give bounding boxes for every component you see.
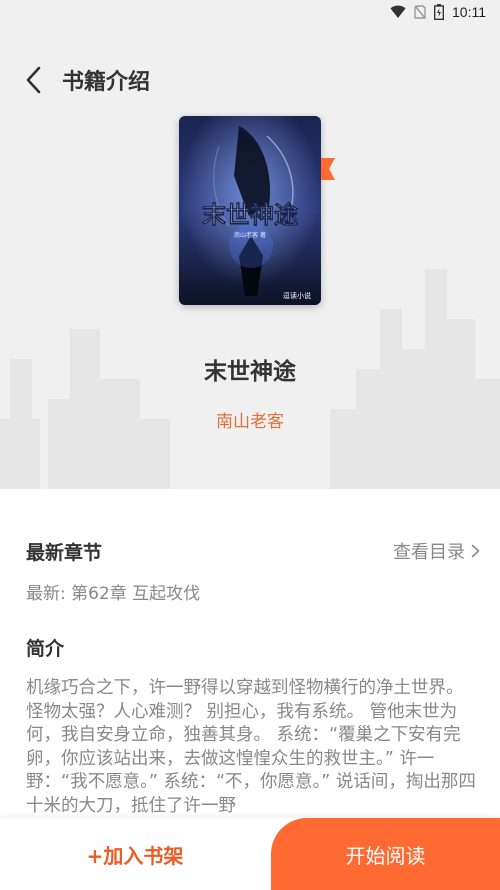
book-author[interactable]: 南山老客 (0, 407, 500, 432)
chevron-right-icon (471, 544, 480, 558)
intro-text: 机缘巧合之下，许一野得以穿越到怪物横行的净土世界。 怪物太强？人心难测？ 别担心… (26, 678, 476, 816)
book-cover[interactable]: 末世神途 南山老客 著 逗读小说 (179, 116, 321, 305)
latest-chapter-heading: 最新章节 (26, 542, 103, 564)
latest-chapter-text[interactable]: 最新: 第62章 互起攻伐 (26, 579, 200, 604)
no-sim-icon (414, 5, 426, 19)
page-title: 书籍介绍 (62, 70, 151, 95)
start-reading-button[interactable]: 开始阅读 (271, 818, 500, 890)
battery-icon (434, 4, 444, 20)
view-catalog-link[interactable]: 查看目录 (393, 538, 480, 564)
bookmark-ribbon-icon (321, 158, 335, 180)
back-button[interactable] (6, 52, 62, 108)
intro-heading: 简介 (26, 638, 65, 660)
cover-title-text: 末世神途 (202, 200, 299, 229)
view-catalog-label: 查看目录 (393, 542, 465, 563)
book-cover-art: 末世神途 南山老客 著 逗读小说 (179, 116, 321, 305)
cover-publisher-text: 逗读小说 (283, 291, 311, 300)
add-to-shelf-button[interactable]: +加入书架 (0, 818, 270, 890)
header: 书籍介绍 (0, 52, 500, 108)
cover-subtitle-text: 南山老客 著 (234, 231, 266, 239)
book-title: 末世神途 (204, 359, 296, 385)
wifi-icon (390, 5, 406, 18)
chevron-left-icon (26, 66, 41, 94)
status-time: 10:11 (452, 4, 486, 20)
status-bar: 10:11 (0, 0, 500, 24)
bottom-action-bar: +加入书架 开始阅读 (0, 818, 500, 890)
